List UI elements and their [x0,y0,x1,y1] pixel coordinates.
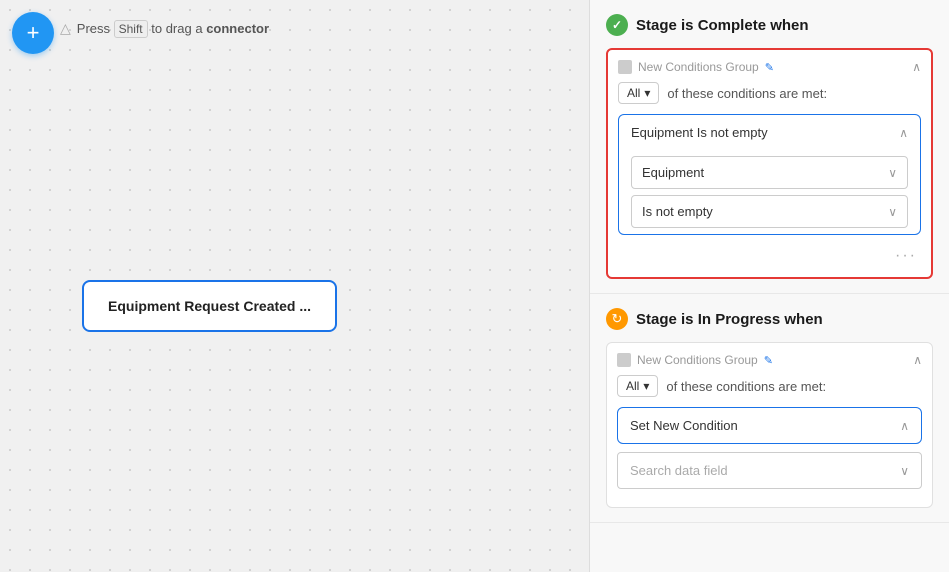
sub-field-chevron-icon: ∨ [888,166,897,180]
set-condition-chevron-icon[interactable]: ∧ [900,419,909,433]
progress-section-title: Stage is In Progress when [636,311,823,328]
progress-conditions-label: of these conditions are met: [666,379,826,394]
search-field-chevron-icon: ∨ [900,464,909,478]
complete-group-label: New Conditions Group ✎ [618,60,774,74]
complete-condition-sub: Equipment ∨ Is not empty ∨ [619,150,920,234]
complete-condition-item[interactable]: Equipment Is not empty ∧ Equipment ∨ Is … [618,114,921,235]
node-label: Equipment Request Created ... [108,298,311,314]
progress-section: ↻ Stage is In Progress when New Conditio… [590,294,949,523]
complete-all-conditions-row: All ▾ of these conditions are met: [618,82,921,104]
canvas-area: + △ Press Shift to drag a connector Equi… [0,0,589,572]
canvas-node[interactable]: Equipment Request Created ... [82,280,337,332]
complete-three-dots[interactable]: ··· [618,243,921,267]
set-new-condition-item[interactable]: Set New Condition ∧ [617,407,922,444]
plus-icon: + [27,20,40,46]
complete-section-header: Stage is Complete when [606,14,933,36]
set-condition-label: Set New Condition [630,418,738,433]
progress-conditions-group: New Conditions Group ✎ ∧ All ▾ of these … [606,342,933,508]
dropdown-chevron-icon: ▾ [644,86,650,100]
complete-sub-operator-label: Is not empty [642,204,713,219]
group-label-icon [618,60,632,74]
add-button[interactable]: + [12,12,54,54]
complete-group-label-text: New Conditions Group [638,60,759,74]
complete-sub-field-label: Equipment [642,165,704,180]
right-panel: Stage is Complete when New Conditions Gr… [589,0,949,572]
progress-status-icon: ↻ [606,308,628,330]
complete-condition-text: Equipment Is not empty [631,125,768,140]
complete-all-dropdown[interactable]: All ▾ [618,82,659,104]
progress-group-label-icon [617,353,631,367]
complete-conditions-label: of these conditions are met: [667,86,827,101]
complete-conditions-group: New Conditions Group ✎ ∧ All ▾ of these … [606,48,933,279]
search-placeholder: Search data field [630,463,728,478]
complete-section-title: Stage is Complete when [636,17,809,34]
progress-edit-icon[interactable]: ✎ [764,354,773,367]
progress-group-label: New Conditions Group ✎ [617,353,773,367]
complete-condition-header: Equipment Is not empty ∧ [619,115,920,150]
progress-dropdown-chevron-icon: ▾ [643,379,649,393]
progress-all-dropdown[interactable]: All ▾ [617,375,658,397]
complete-group-label-row: New Conditions Group ✎ ∧ [618,60,921,74]
progress-section-header: ↻ Stage is In Progress when [606,308,933,330]
complete-collapse-icon[interactable]: ∧ [912,60,921,74]
complete-edit-icon[interactable]: ✎ [765,61,774,74]
complete-condition-chevron[interactable]: ∧ [899,126,908,140]
sub-operator-chevron-icon: ∨ [888,205,897,219]
search-data-field-item[interactable]: Search data field ∨ [617,452,922,489]
complete-section: Stage is Complete when New Conditions Gr… [590,0,949,294]
complete-sub-operator[interactable]: Is not empty ∨ [631,195,908,228]
progress-collapse-icon[interactable]: ∧ [913,353,922,367]
hint-text: Press Shift to drag a connector [77,21,269,36]
canvas-hint: △ Press Shift to drag a connector [60,20,269,37]
progress-group-label-text: New Conditions Group [637,353,758,367]
complete-status-icon [606,14,628,36]
progress-group-label-row: New Conditions Group ✎ ∧ [617,353,922,367]
complete-sub-field[interactable]: Equipment ∨ [631,156,908,189]
warning-icon: △ [60,20,71,37]
progress-all-conditions-row: All ▾ of these conditions are met: [617,375,922,397]
